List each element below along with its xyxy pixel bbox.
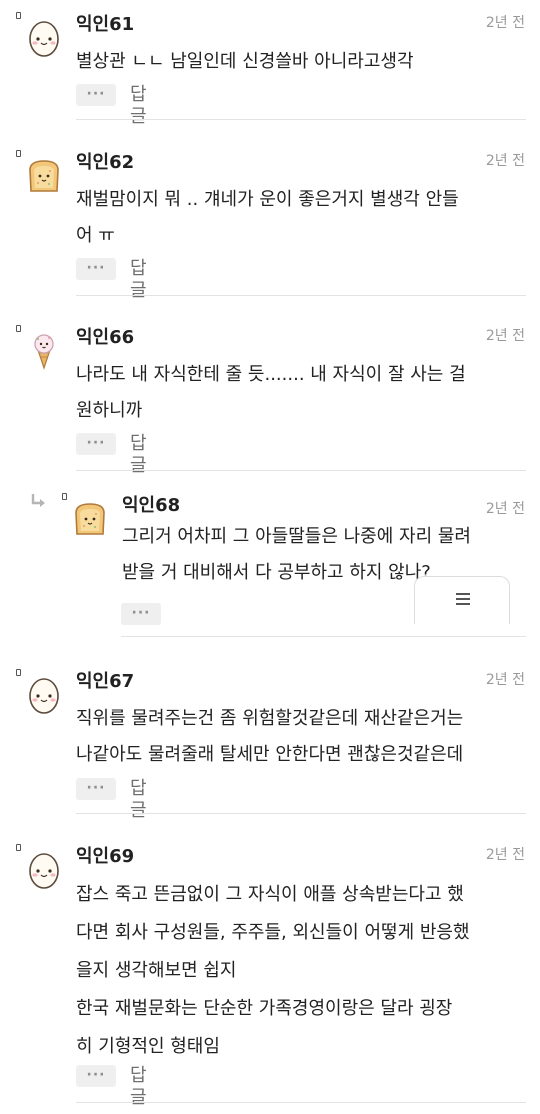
status-dot-icon xyxy=(62,493,67,500)
comment: 익인67 2년 전 직위를 물려주는건 좀 위험할것같은데 재산같은거는 나같아… xyxy=(0,667,540,821)
egg-icon xyxy=(24,18,64,58)
comment-body: 나라도 내 자식한테 줄 듯....... 내 자식이 잘 사는 걸 원하니까 xyxy=(76,357,526,429)
comment-author[interactable]: 익인69 xyxy=(76,842,134,868)
comment-line: 다면 회사 구성원들, 주주들, 외신들이 어떻게 반응했 xyxy=(76,922,470,943)
divider xyxy=(76,470,526,471)
comment: 익인61 2년 전 별상관 ㄴㄴ 남일인데 신경쓸바 아니라고생각 ··· 답글 xyxy=(0,10,540,127)
comment-line: 잡스 죽고 뜬금없이 그 자식이 애플 상속받는다고 했 xyxy=(76,884,464,905)
avatar[interactable] xyxy=(16,844,66,894)
comment-body: 잡스 죽고 뜬금없이 그 자식이 애플 상속받는다고 했 다면 회사 구성원들,… xyxy=(76,876,526,1066)
menu-button[interactable] xyxy=(414,576,510,624)
comment-author[interactable]: 익인68 xyxy=(122,491,180,517)
more-button[interactable]: ··· xyxy=(76,1065,116,1087)
more-button[interactable]: ··· xyxy=(76,258,116,280)
reply-arrow-icon xyxy=(31,494,45,507)
comment-line: 나같아도 물려줄래 탈세만 안한다면 괜찮은것같은데 xyxy=(76,744,464,765)
divider xyxy=(76,119,526,120)
toast-icon xyxy=(70,499,110,539)
comment-time: 2년 전 xyxy=(485,501,525,517)
more-button[interactable]: ··· xyxy=(76,778,116,800)
more-button[interactable]: ··· xyxy=(76,84,116,106)
avatar[interactable] xyxy=(16,325,66,375)
ice-cream-icon xyxy=(24,331,64,371)
comment-author[interactable]: 익인62 xyxy=(76,148,134,174)
comment-body: 재벌맘이지 뭐 .. 걔네가 운이 좋은거지 별생각 안들 어 ㅠ xyxy=(76,182,526,254)
comment-line: 원하니까 xyxy=(76,400,143,421)
comment-line: 그리거 어차피 그 아들딸들은 나중에 자리 물려 xyxy=(122,526,471,547)
divider xyxy=(121,636,526,637)
comment: 익인62 2년 전 재벌맘이지 뭐 .. 걔네가 운이 좋은거지 별생각 안들 … xyxy=(0,148,540,301)
avatar[interactable] xyxy=(16,669,66,719)
comment-body: 직위를 물려주는건 좀 위험할것같은데 재산같은거는 나같아도 물려줄래 탈세만… xyxy=(76,701,526,773)
divider xyxy=(76,1102,526,1103)
menu-icon xyxy=(456,593,470,608)
comment-author[interactable]: 익인67 xyxy=(76,667,134,693)
comment-time: 2년 전 xyxy=(485,15,525,31)
comment-line: 별상관 ㄴㄴ 남일인데 신경쓸바 아니라고생각 xyxy=(76,51,414,72)
comment-time: 2년 전 xyxy=(485,672,525,688)
toast-icon xyxy=(24,156,64,196)
status-dot-icon xyxy=(16,12,21,19)
divider xyxy=(76,813,526,814)
avatar[interactable] xyxy=(16,150,66,200)
avatar[interactable] xyxy=(62,493,112,543)
comment-line: 히 기형적인 형태임 xyxy=(76,1036,220,1057)
comment-time: 2년 전 xyxy=(485,153,525,169)
status-dot-icon xyxy=(16,150,21,157)
egg-icon xyxy=(24,850,64,890)
more-button[interactable]: ··· xyxy=(76,433,116,455)
comment-line: 을지 생각해보면 쉽지 xyxy=(76,960,237,981)
egg-icon xyxy=(24,675,64,715)
comment-time: 2년 전 xyxy=(485,328,525,344)
comment: 익인66 2년 전 나라도 내 자식한테 줄 듯....... 내 자식이 잘 … xyxy=(0,323,540,476)
comment-line: 나라도 내 자식한테 줄 듯....... 내 자식이 잘 사는 걸 xyxy=(76,364,466,385)
reply-button[interactable]: 답글 xyxy=(130,778,147,822)
comment-line: 직위를 물려주는건 좀 위험할것같은데 재산같은거는 xyxy=(76,708,464,729)
comment-author[interactable]: 익인66 xyxy=(76,323,134,349)
status-dot-icon xyxy=(16,844,21,851)
reply-button[interactable]: 답글 xyxy=(130,84,147,128)
comment-line: 어 ㅠ xyxy=(76,225,115,246)
more-button[interactable]: ··· xyxy=(121,603,161,625)
status-dot-icon xyxy=(16,325,21,332)
status-dot-icon xyxy=(16,669,21,676)
divider xyxy=(76,295,526,296)
comment-time: 2년 전 xyxy=(485,847,525,863)
comment: 익인69 2년 전 잡스 죽고 뜬금없이 그 자식이 애플 상속받는다고 했 다… xyxy=(0,842,540,1108)
comment-body: 별상관 ㄴㄴ 남일인데 신경쓸바 아니라고생각 xyxy=(76,44,526,80)
comment-line: 한국 재벌문화는 단순한 가족경영이랑은 달라 굉장 xyxy=(76,998,453,1019)
avatar[interactable] xyxy=(16,12,66,62)
comment-line: 재벌맘이지 뭐 .. 걔네가 운이 좋은거지 별생각 안들 xyxy=(76,189,459,210)
comment-author[interactable]: 익인61 xyxy=(76,10,134,36)
